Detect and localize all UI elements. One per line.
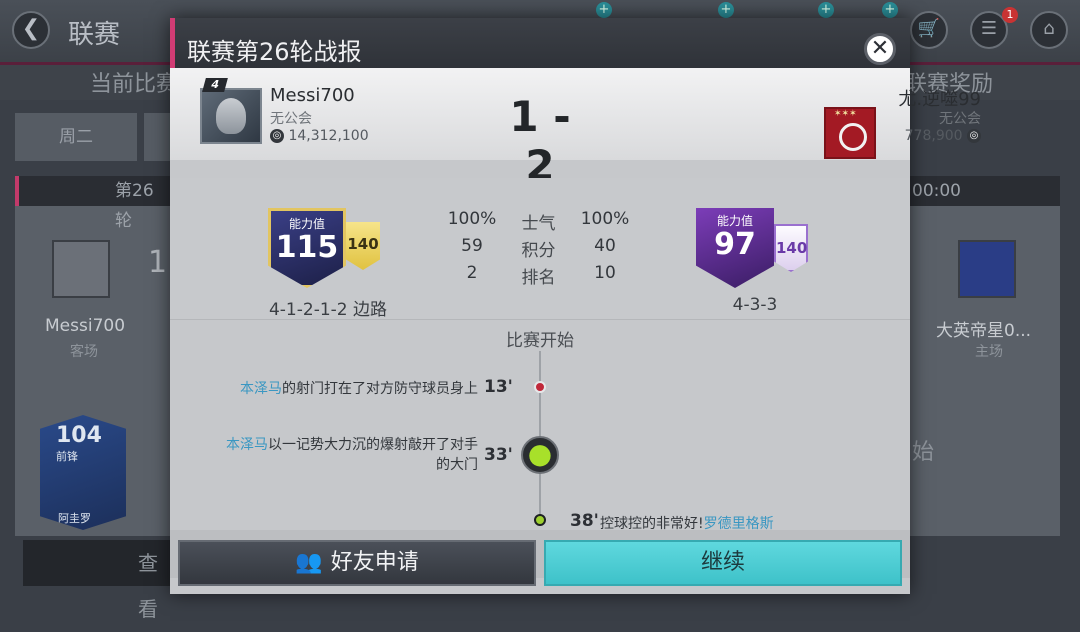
screen-title: 联赛	[68, 20, 121, 50]
home-avatar[interactable]	[200, 88, 262, 144]
plus-icon[interactable]: +	[718, 2, 734, 18]
back-button[interactable]: ❮	[12, 11, 50, 49]
left-player-name: Messi700	[45, 316, 126, 336]
stat-home-value: 2	[466, 263, 478, 283]
player-card[interactable]: 104 前锋 阿圭罗	[40, 415, 126, 530]
coin-icon: ◎	[967, 129, 981, 143]
timeline-event: 本泽马的射门打在了对方防守球员身上	[240, 378, 478, 398]
day-tab[interactable]: 周二	[15, 113, 137, 161]
back-arrow-icon: ❮	[21, 16, 41, 41]
plus-icon[interactable]: +	[818, 2, 834, 18]
notification-badge: 1	[1002, 7, 1018, 23]
timeline-event: 本泽马以一记势大力沉的爆射敲开了对手 的大门	[226, 434, 478, 474]
home-rating-value: 115	[275, 230, 339, 265]
plus-icon[interactable]: +	[596, 2, 612, 18]
partial-score: 1	[148, 245, 168, 280]
event-minute: 38'	[570, 511, 599, 531]
modal-title: 联赛第26轮战报	[187, 38, 362, 66]
event-text-cont: 的大门	[436, 457, 478, 473]
event-minute: 33'	[484, 445, 513, 465]
plus-icon[interactable]: +	[882, 2, 898, 18]
event-player[interactable]: 本泽马	[240, 381, 282, 397]
stat-label: 积分	[521, 241, 556, 261]
tab-current-match[interactable]: 当前比赛	[90, 66, 178, 98]
coin-icon: ◎	[270, 129, 284, 143]
partial-text: 始	[912, 440, 935, 465]
event-marker-dot	[534, 514, 546, 526]
away-formation: 4-3-3	[732, 295, 778, 315]
left-player-side: 客场	[70, 344, 98, 360]
event-text: 以一记势大力沉的爆射敲开了对手	[268, 437, 478, 453]
home-formation: 4-1-2-1-2 边路	[268, 300, 388, 320]
away-club: 无公会	[939, 111, 981, 127]
player-avatar	[52, 240, 110, 298]
stat-away-value: 100%	[580, 209, 630, 229]
continue-button[interactable]: 继续	[544, 540, 902, 586]
event-text: 的射门打在了对方防守球员身上	[282, 381, 478, 397]
home-club: 无公会	[270, 111, 312, 127]
event-marker-dot	[534, 381, 546, 393]
match-card-header: 第26轮	[15, 176, 170, 231]
right-player-side: 主场	[975, 344, 1003, 360]
away-coins-value: 778,900	[904, 128, 963, 144]
club-crest-icon	[958, 240, 1016, 298]
close-button[interactable]: ✕	[864, 33, 896, 65]
view-button[interactable]: 查看	[23, 540, 170, 621]
player-card-rating: 104	[56, 423, 102, 448]
add-friend-icon: 👥	[295, 550, 323, 575]
home-name: Messi700	[270, 85, 355, 106]
stat-home-value: 100%	[447, 209, 497, 229]
stat-label: 排名	[521, 268, 556, 288]
away-club-crest-icon[interactable]	[824, 107, 876, 159]
away-coins: 778,900 ◎	[905, 128, 981, 144]
player-card-position: 前锋	[56, 450, 78, 463]
close-icon: ✕	[870, 36, 890, 61]
friend-request-label: 好友申请	[330, 550, 419, 575]
stat-away-value: 10	[594, 263, 616, 283]
home-coins-value: 14,312,100	[288, 128, 369, 144]
home-icon[interactable]: ⌂	[1030, 11, 1068, 49]
timeline-start-label: 比赛开始	[506, 331, 574, 351]
match-card-header: 00:00	[910, 176, 1060, 206]
home-coins: ◎ 14,312,100	[270, 128, 369, 144]
goal-ball-icon: ●	[521, 436, 559, 474]
event-player[interactable]: 本泽马	[226, 437, 268, 453]
stat-home-value: 59	[461, 236, 483, 256]
right-player-name: 大英帝星0...	[936, 321, 1032, 341]
stat-away-value: 40	[594, 236, 616, 256]
continue-label: 继续	[700, 550, 745, 575]
shop-cart-icon[interactable]: 🛒	[910, 11, 948, 49]
match-score: 1 - 2	[509, 92, 571, 190]
event-minute: 13'	[484, 377, 513, 397]
friend-request-button[interactable]: 👥 好友申请	[178, 540, 536, 586]
away-rating-value: 97	[714, 227, 756, 262]
stat-label: 士气	[521, 214, 556, 234]
home-level-badge: 4	[202, 78, 228, 92]
